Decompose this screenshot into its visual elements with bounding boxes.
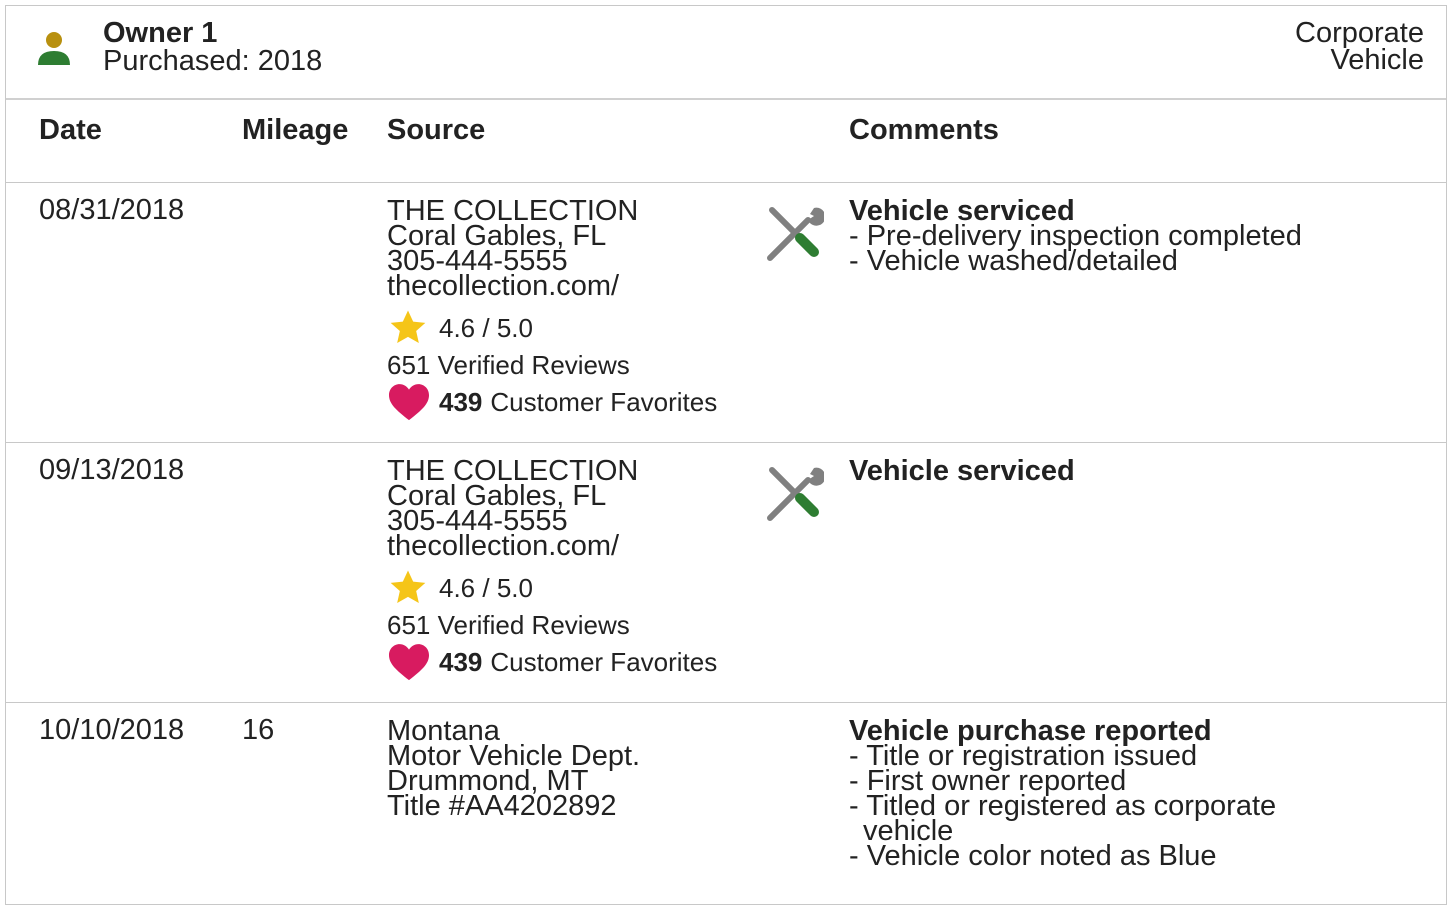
favorites-label: Customer Favorites <box>490 386 718 417</box>
row-mileage: 16 <box>242 714 275 746</box>
comment-title: Vehicle serviced <box>849 455 1075 487</box>
row-source: Montana Motor Vehicle Dept. Drummond, MT… <box>387 717 640 822</box>
column-header-source: Source <box>387 114 486 146</box>
divider <box>6 442 1446 443</box>
source-website-link[interactable]: thecollection.com/ <box>387 532 638 561</box>
owner-type-line2: Vehicle <box>1330 44 1424 76</box>
row-source: THE COLLECTION Coral Gables, FL 305-444-… <box>387 457 638 561</box>
row-source: THE COLLECTION Coral Gables, FL 305-444-… <box>387 197 638 301</box>
owner-history-card: Owner 1 Purchased: 2018 Corporate Vehicl… <box>5 5 1447 905</box>
owner-type: Corporate Vehicle <box>1295 17 1424 76</box>
row-comments: Vehicle serviced Pre-delivery inspection… <box>849 197 1302 276</box>
column-header-date: Date <box>39 114 102 146</box>
star-icon <box>390 310 426 343</box>
comment-item: Vehicle washed/detailed <box>849 247 1302 276</box>
star-icon <box>390 570 426 603</box>
customer-favorites: 439 Customer Favorites <box>387 382 717 422</box>
column-header-comments: Comments <box>849 114 999 146</box>
heart-icon <box>389 644 429 681</box>
row-date: 08/31/2018 <box>39 194 185 226</box>
favorites-count: 439 <box>439 386 483 417</box>
rating: 4.6 / 5.0 <box>387 568 533 608</box>
verified-reviews-link[interactable]: 651 Verified Reviews <box>387 610 630 641</box>
customer-favorites: 439 Customer Favorites <box>387 642 717 682</box>
comment-item: Vehicle color noted as Blue <box>849 842 1333 871</box>
comment-list: Title or registration issued First owner… <box>849 742 1333 871</box>
heart-icon <box>389 384 429 421</box>
favorites-count: 439 <box>439 646 483 677</box>
favorites-label: Customer Favorites <box>490 646 718 677</box>
comment-list: Pre-delivery inspection completed Vehicl… <box>849 222 1302 276</box>
rating-value: 4.6 / 5.0 <box>439 572 533 603</box>
row-date: 10/10/2018 <box>39 714 185 746</box>
rating: 4.6 / 5.0 <box>387 308 533 348</box>
row-comments: Vehicle serviced <box>849 455 1075 487</box>
person-icon <box>38 32 70 65</box>
divider <box>6 702 1446 703</box>
owner-header: Owner 1 Purchased: 2018 Corporate Vehicl… <box>6 6 1446 100</box>
source-title-number: Title #AA4202892 <box>387 790 617 822</box>
row-date: 09/13/2018 <box>39 454 185 486</box>
service-tools-icon <box>767 207 824 261</box>
verified-reviews-link[interactable]: 651 Verified Reviews <box>387 350 630 381</box>
rating-value: 4.6 / 5.0 <box>439 312 533 343</box>
row-comments: Vehicle purchase reported Title or regis… <box>849 717 1333 871</box>
owner-purchased: Purchased: 2018 <box>103 45 323 77</box>
source-website-link[interactable]: thecollection.com/ <box>387 272 638 301</box>
divider <box>6 182 1446 183</box>
owner-type-line1: Corporate <box>1295 17 1424 49</box>
comment-item: Titled or registered as corporate vehicl… <box>849 792 1333 846</box>
column-header-mileage: Mileage <box>242 114 349 146</box>
owner-title: Owner 1 <box>103 17 218 49</box>
service-tools-icon <box>767 467 824 521</box>
